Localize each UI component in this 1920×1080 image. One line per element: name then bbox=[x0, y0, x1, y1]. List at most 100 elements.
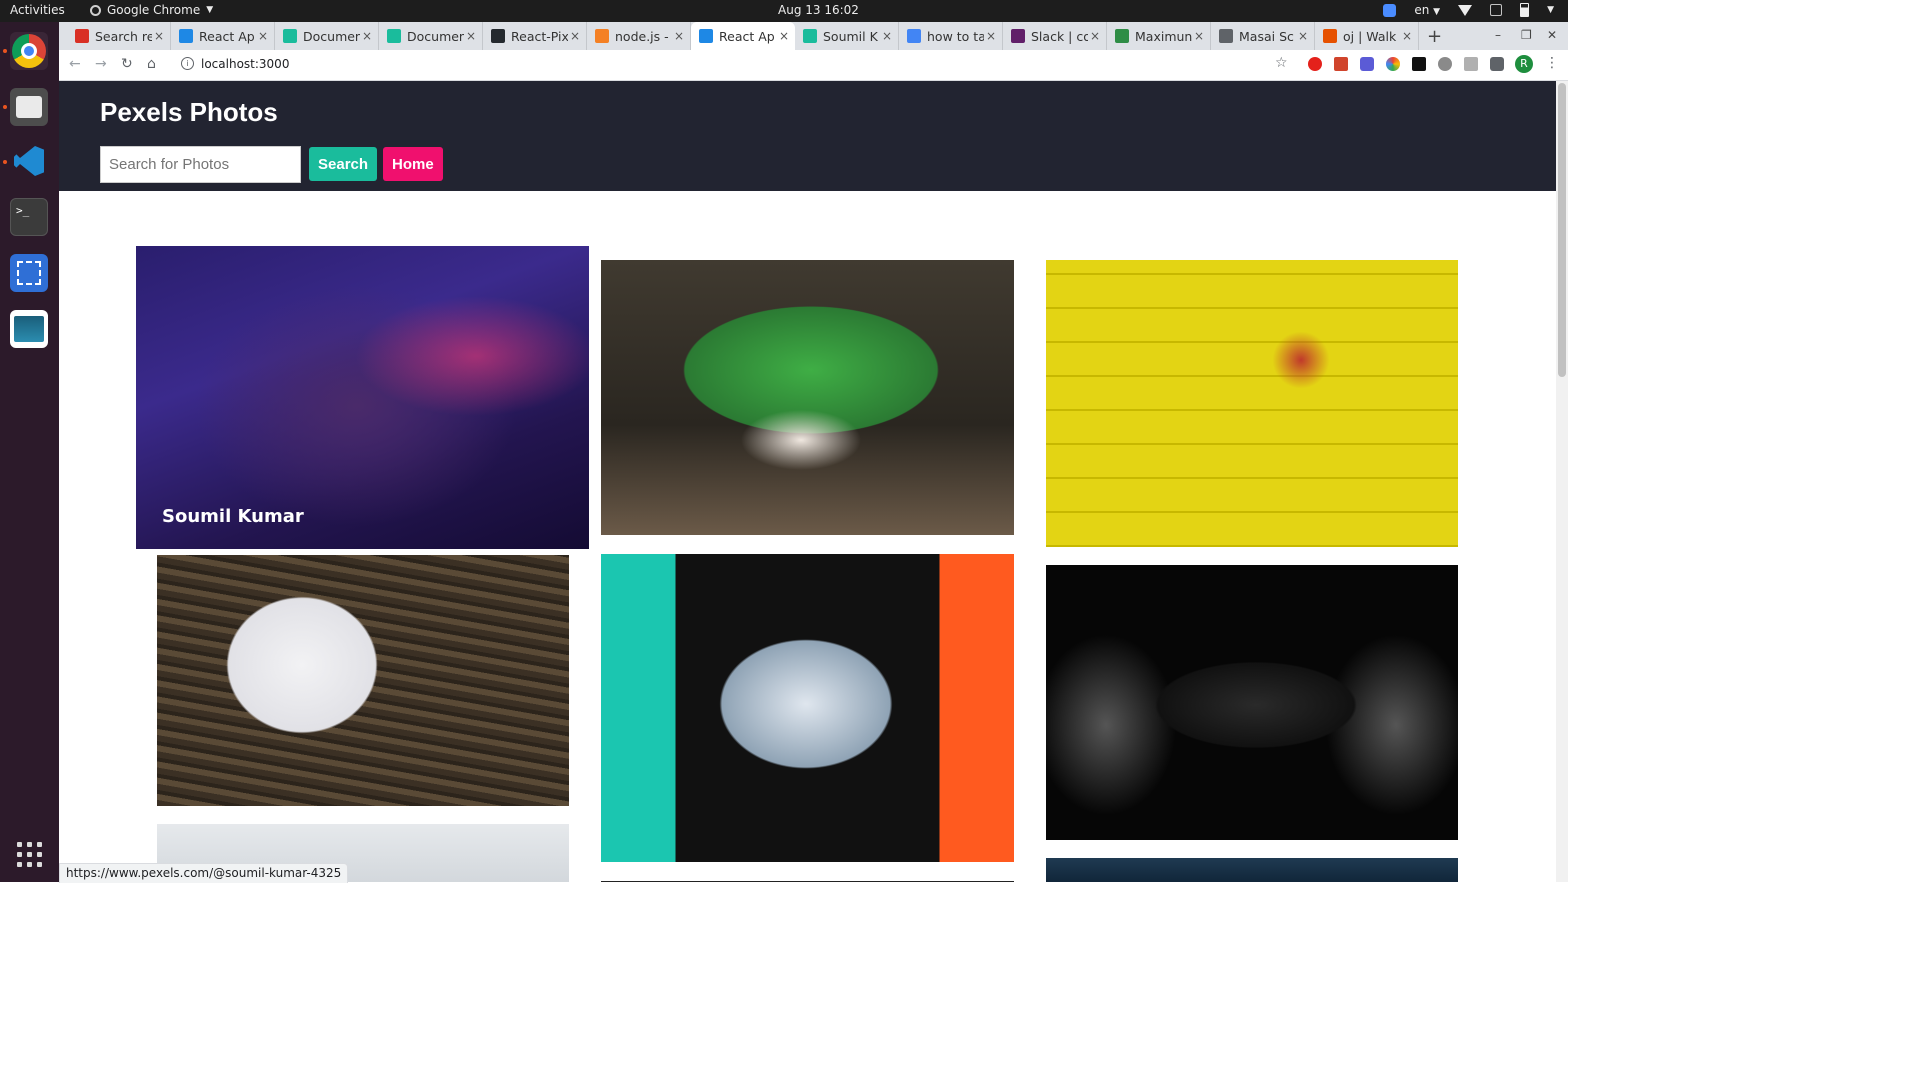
tab-close-icon[interactable]: × bbox=[1400, 29, 1414, 43]
github-icon bbox=[491, 29, 505, 43]
tab-close-icon[interactable]: × bbox=[360, 29, 374, 43]
photographer-name[interactable]: Soumil Kumar bbox=[162, 506, 304, 527]
tab-title: Slack | co bbox=[1031, 28, 1088, 44]
running-indicator bbox=[3, 160, 7, 164]
language-indicator[interactable]: en ▼ bbox=[1414, 3, 1440, 17]
tab-title: Masai Sc bbox=[1239, 28, 1294, 44]
battery-icon[interactable] bbox=[1520, 3, 1530, 17]
show-applications-icon[interactable] bbox=[17, 842, 43, 868]
new-tab-button[interactable]: + bbox=[1427, 26, 1442, 47]
search-input[interactable] bbox=[100, 146, 301, 183]
browser-tab[interactable]: how to ta × bbox=[899, 22, 1003, 50]
photo-card[interactable] bbox=[601, 554, 1014, 862]
browser-tab[interactable]: React-Pix × bbox=[483, 22, 587, 50]
photo-card[interactable] bbox=[601, 260, 1014, 535]
terminal-dock-icon[interactable]: >_ bbox=[10, 198, 48, 236]
extension-globe-icon[interactable] bbox=[1438, 57, 1452, 71]
site-header: Pexels Photos Search Home bbox=[59, 81, 1556, 191]
tab-title: oj | Walk bbox=[1343, 28, 1397, 44]
zoom-icon[interactable] bbox=[1383, 3, 1397, 17]
system-tray[interactable]: en ▼ ▼ bbox=[1383, 3, 1554, 17]
extension-download-icon[interactable] bbox=[1464, 57, 1478, 71]
browser-tab[interactable]: Documen × bbox=[379, 22, 483, 50]
menu-kebab-icon[interactable]: ⋮ bbox=[1545, 55, 1559, 71]
react-icon bbox=[179, 29, 193, 43]
tab-close-icon[interactable]: × bbox=[777, 29, 791, 43]
page-scrollbar[interactable] bbox=[1556, 81, 1568, 882]
tab-close-icon[interactable]: × bbox=[152, 29, 166, 43]
activities-button[interactable]: Activities bbox=[10, 3, 65, 17]
app-menu-label: Google Chrome bbox=[107, 3, 201, 17]
gmail-icon bbox=[75, 29, 89, 43]
search-button[interactable]: Search bbox=[309, 147, 378, 181]
vscode-dock-icon[interactable] bbox=[10, 142, 48, 180]
home-button[interactable]: ⌂ bbox=[147, 56, 156, 72]
photo-card[interactable]: Soumil Kumar bbox=[136, 246, 589, 549]
chevron-down-icon: ▼ bbox=[1433, 7, 1441, 17]
browser-tab[interactable]: React Ap × bbox=[691, 22, 795, 50]
browser-tab[interactable]: Maximun × bbox=[1107, 22, 1211, 50]
browser-tab[interactable]: React Ap × bbox=[171, 22, 275, 50]
tab-title: React-Pix bbox=[511, 28, 568, 44]
extension-bird-icon[interactable] bbox=[1412, 57, 1426, 71]
photo-card[interactable] bbox=[601, 881, 1014, 882]
browser-tab[interactable]: Search re × bbox=[67, 22, 171, 50]
tab-close-icon[interactable]: × bbox=[984, 29, 998, 43]
tab-close-icon[interactable]: × bbox=[1088, 29, 1102, 43]
extension-video-icon[interactable] bbox=[1360, 57, 1374, 71]
browser-toolbar: ← → ↻ ⌂ i localhost:3000 ☆ R ⋮ bbox=[59, 50, 1568, 81]
address-url[interactable]: localhost:3000 bbox=[201, 57, 289, 71]
reload-button[interactable]: ↻ bbox=[121, 56, 133, 72]
tab-close-icon[interactable]: × bbox=[568, 29, 582, 43]
site-info-icon[interactable]: i bbox=[181, 57, 194, 70]
chevron-down-icon: ▼ bbox=[206, 5, 214, 15]
browser-tab[interactable]: Masai Sc × bbox=[1211, 22, 1315, 50]
tab-close-icon[interactable]: × bbox=[1192, 29, 1206, 43]
tab-close-icon[interactable]: × bbox=[880, 29, 894, 43]
tab-close-icon[interactable]: × bbox=[1296, 29, 1310, 43]
back-button[interactable]: ← bbox=[69, 56, 81, 72]
photo-card[interactable] bbox=[1046, 858, 1458, 882]
scrollbar-thumb[interactable] bbox=[1558, 83, 1566, 377]
extension-megaphone-icon[interactable] bbox=[1334, 57, 1348, 71]
browser-tab[interactable]: Slack | co × bbox=[1003, 22, 1107, 50]
maximize-button[interactable]: ❐ bbox=[1521, 28, 1532, 42]
close-window-button[interactable]: ✕ bbox=[1547, 28, 1557, 42]
photo-card[interactable] bbox=[1046, 260, 1458, 547]
photo-card[interactable] bbox=[157, 555, 569, 806]
home-button-site[interactable]: Home bbox=[383, 147, 443, 181]
files-dock-icon[interactable] bbox=[10, 88, 48, 126]
tab-close-icon[interactable]: × bbox=[256, 29, 270, 43]
extension-color-icon[interactable] bbox=[1386, 57, 1400, 71]
extensions-puzzle-icon[interactable] bbox=[1490, 57, 1504, 71]
wifi-icon[interactable] bbox=[1458, 4, 1473, 16]
minimize-button[interactable]: – bbox=[1495, 28, 1501, 42]
image-viewer-dock-icon[interactable] bbox=[10, 310, 48, 348]
tab-close-icon[interactable]: × bbox=[464, 29, 478, 43]
volume-icon[interactable] bbox=[1490, 4, 1503, 16]
tab-title: React Ap bbox=[199, 28, 255, 44]
forward-button[interactable]: → bbox=[95, 56, 107, 72]
document-icon bbox=[283, 29, 297, 43]
bookmark-star-icon[interactable]: ☆ bbox=[1275, 55, 1288, 71]
screenshot-dock-icon[interactable] bbox=[10, 254, 48, 292]
clock[interactable]: Aug 13 16:02 bbox=[778, 3, 859, 17]
document-icon bbox=[803, 29, 817, 43]
app-menu[interactable]: Google Chrome ▼ bbox=[90, 3, 213, 17]
address-bar[interactable]: i localhost:3000 bbox=[177, 53, 1297, 76]
tab-close-icon[interactable]: × bbox=[672, 29, 686, 43]
chrome-dock-icon[interactable] bbox=[10, 32, 48, 70]
terminal-prompt-glyph: >_ bbox=[16, 204, 30, 217]
photo-card[interactable] bbox=[1046, 565, 1458, 840]
pin-icon bbox=[1323, 29, 1337, 43]
browser-tab[interactable]: oj | Walk × bbox=[1315, 22, 1419, 50]
system-top-bar: Activities Google Chrome ▼ Aug 13 16:02 … bbox=[0, 0, 1568, 22]
tab-title: Soumil K bbox=[823, 28, 878, 44]
browser-tab[interactable]: node.js - × bbox=[587, 22, 691, 50]
extension-opera-icon[interactable] bbox=[1308, 57, 1322, 71]
chevron-down-icon[interactable]: ▼ bbox=[1547, 5, 1554, 15]
browser-tab[interactable]: Soumil K × bbox=[795, 22, 899, 50]
browser-tab[interactable]: Documen × bbox=[275, 22, 379, 50]
profile-avatar[interactable]: R bbox=[1515, 55, 1533, 73]
stackoverflow-icon bbox=[595, 29, 609, 43]
